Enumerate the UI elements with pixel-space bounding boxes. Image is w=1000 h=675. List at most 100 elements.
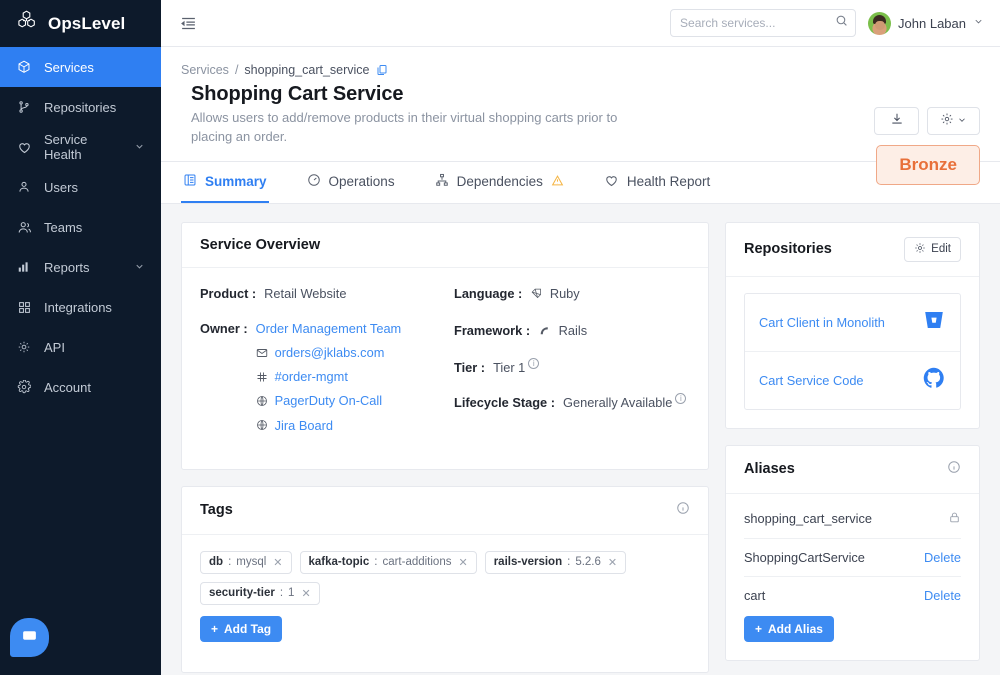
tag-item[interactable]: rails-version : 5.2.6 ✕ <box>485 551 626 574</box>
language-label: Language : <box>454 284 522 305</box>
tag-key: kafka-topic <box>309 556 370 568</box>
lifecycle-value: Generally Available <box>563 393 672 412</box>
overview-product: Product : Retail Website <box>200 284 436 303</box>
main-area: John Laban Services / shopping_cart_serv… <box>161 0 1000 675</box>
tag-item[interactable]: kafka-topic : cart-additions ✕ <box>300 551 477 574</box>
delete-alias-button[interactable]: Delete <box>924 588 961 603</box>
sidebar-item-service-health[interactable]: Service Health <box>0 127 161 167</box>
tag-value: 1 <box>288 587 294 599</box>
close-icon[interactable]: ✕ <box>273 556 282 569</box>
tab-health-report[interactable]: Health Report <box>602 162 712 203</box>
contact-label[interactable]: #order-mgmt <box>275 367 348 386</box>
info-icon[interactable] <box>947 460 961 479</box>
tag-value: cart-additions <box>382 556 451 568</box>
owner-contact-jira[interactable]: Jira Board <box>256 416 402 435</box>
right-column: Repositories Edit Cart Cl <box>725 222 980 675</box>
envelope-icon <box>256 347 269 359</box>
service-overview-body: Product : Retail Website Owner : Order M… <box>182 268 708 469</box>
chat-widget-button[interactable] <box>10 618 49 657</box>
download-button[interactable] <box>874 107 919 135</box>
delete-alias-button[interactable]: Delete <box>924 550 961 565</box>
tab-operations[interactable]: Operations <box>305 162 397 203</box>
sidebar-item-users[interactable]: Users <box>0 167 161 207</box>
contact-label[interactable]: Jira Board <box>275 416 333 435</box>
close-icon[interactable]: ✕ <box>458 556 467 569</box>
repository-row[interactable]: Cart Service Code <box>745 351 960 409</box>
user-menu[interactable]: John Laban <box>868 12 984 35</box>
owner-team-link[interactable]: Order Management Team <box>256 321 402 336</box>
repository-name[interactable]: Cart Client in Monolith <box>759 315 885 330</box>
breadcrumb-separator: / <box>235 63 238 77</box>
sidebar-item-label: API <box>44 340 65 355</box>
app-root: OpsLevel Services Repositories Service H <box>0 0 1000 675</box>
tab-dependencies[interactable]: Dependencies <box>433 162 566 203</box>
add-alias-button[interactable]: + Add Alias <box>744 616 834 642</box>
sidebar-item-repositories[interactable]: Repositories <box>0 87 161 127</box>
tag-item[interactable]: db : mysql ✕ <box>200 551 292 574</box>
tier-value: Tier 1 <box>493 358 525 377</box>
breadcrumb-services[interactable]: Services <box>181 63 229 77</box>
info-icon[interactable] <box>676 501 690 520</box>
language-value: Ruby <box>550 286 580 301</box>
list-panel-icon <box>183 173 197 190</box>
left-column: Service Overview Product : Retail Websit… <box>181 222 709 675</box>
info-icon[interactable]: i <box>675 393 686 404</box>
owner-contact-email[interactable]: orders@jklabs.com <box>256 343 402 362</box>
tag-key: security-tier <box>209 587 275 599</box>
tags-body: db : mysql ✕ kafka-topic : cart-addition… <box>182 535 708 660</box>
aliases-body: shopping_cart_service ShoppingCartServic… <box>726 494 979 660</box>
tags-header: Tags <box>182 487 708 535</box>
rails-icon <box>538 323 551 342</box>
gear-icon <box>16 379 32 395</box>
sidebar-item-label: Teams <box>44 220 82 235</box>
alias-name: shopping_cart_service <box>744 511 872 526</box>
tag-item[interactable]: security-tier : 1 ✕ <box>200 582 320 605</box>
sidebar-item-label: Integrations <box>44 300 112 315</box>
settings-dropdown-button[interactable] <box>927 107 980 135</box>
tab-label: Health Report <box>627 174 710 189</box>
card-title: Tags <box>200 502 233 518</box>
cube-icon <box>16 59 32 75</box>
sidebar-item-label: Repositories <box>44 100 116 115</box>
tag-list: db : mysql ✕ kafka-topic : cart-addition… <box>200 551 690 605</box>
cubes-logo-icon <box>15 9 39 38</box>
sidebar: OpsLevel Services Repositories Service H <box>0 0 161 675</box>
aliases-card: Aliases shopping_cart_service <box>725 445 980 661</box>
search-icon[interactable] <box>835 14 848 32</box>
owner-contact-pagerduty[interactable]: PagerDuty On-Call <box>256 391 402 410</box>
close-icon[interactable]: ✕ <box>608 556 617 569</box>
card-title: Service Overview <box>200 237 320 253</box>
sidebar-item-account[interactable]: Account <box>0 367 161 407</box>
sidebar-item-integrations[interactable]: Integrations <box>0 287 161 327</box>
header-actions: Bronze <box>874 107 980 185</box>
info-icon[interactable]: i <box>528 358 539 369</box>
owner-contact-slack[interactable]: #order-mgmt <box>256 367 402 386</box>
add-tag-button[interactable]: + Add Tag <box>200 616 282 642</box>
sidebar-item-teams[interactable]: Teams <box>0 207 161 247</box>
search-box[interactable] <box>670 9 856 37</box>
maturity-level-badge[interactable]: Bronze <box>876 145 980 185</box>
tab-summary[interactable]: Summary <box>181 162 269 203</box>
repository-row[interactable]: Cart Client in Monolith <box>745 294 960 351</box>
search-input[interactable] <box>680 16 835 30</box>
heart-icon <box>16 139 32 155</box>
git-branch-icon <box>16 99 32 115</box>
collapse-sidebar-icon[interactable] <box>177 12 199 34</box>
close-icon[interactable]: ✕ <box>301 587 310 600</box>
sidebar-item-services[interactable]: Services <box>0 47 161 87</box>
sidebar-item-reports[interactable]: Reports <box>0 247 161 287</box>
tag-separator: : <box>374 556 377 568</box>
gauge-icon <box>307 173 321 190</box>
copy-icon[interactable] <box>376 64 388 76</box>
brand-logo[interactable]: OpsLevel <box>0 0 161 47</box>
sidebar-item-api[interactable]: API <box>0 327 161 367</box>
globe-icon <box>256 419 269 431</box>
repositories-header: Repositories Edit <box>726 223 979 277</box>
repository-name[interactable]: Cart Service Code <box>759 373 864 388</box>
users-icon <box>16 219 32 235</box>
contact-label[interactable]: orders@jklabs.com <box>275 343 385 362</box>
tags-card: Tags db : mysql ✕ <box>181 486 709 673</box>
edit-repositories-button[interactable]: Edit <box>904 237 961 262</box>
download-icon <box>890 112 904 131</box>
contact-label[interactable]: PagerDuty On-Call <box>275 391 382 410</box>
